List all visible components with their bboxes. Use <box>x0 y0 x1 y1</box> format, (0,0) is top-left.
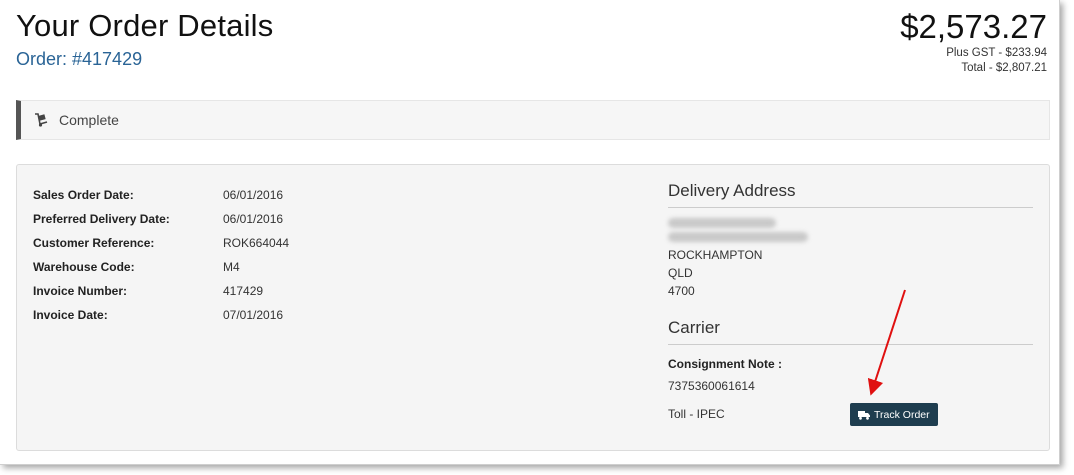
truck-icon <box>858 410 870 420</box>
consignment-note-label: Consignment Note : <box>668 357 782 371</box>
detail-value: ROK664044 <box>223 236 290 250</box>
redacted-address-line <box>668 232 808 242</box>
address-city: ROCKHAMPTON <box>668 248 763 262</box>
order-status-bar: Complete <box>16 100 1050 140</box>
detail-label: Customer Reference: <box>33 236 155 250</box>
carrier-name: Toll - IPEC <box>668 407 725 421</box>
detail-row-invoice-date: Invoice Date: 07/01/2016 <box>33 303 289 327</box>
detail-value: 07/01/2016 <box>223 308 284 322</box>
detail-row-warehouse-code: Warehouse Code: M4 <box>33 255 289 279</box>
address-postcode: 4700 <box>668 284 695 298</box>
carrier-heading: Carrier <box>668 318 1033 345</box>
consignment-number: 7375360061614 <box>668 379 755 393</box>
dolly-icon <box>33 112 49 128</box>
order-details-page: Your Order Details Order: #417429 $2,573… <box>0 0 1060 465</box>
detail-value: M4 <box>223 260 240 274</box>
order-info-panel: Sales Order Date: 06/01/2016 Preferred D… <box>16 164 1050 451</box>
price-summary: $2,573.27 Plus GST - $233.94 Total - $2,… <box>900 8 1047 76</box>
status-label: Complete <box>59 112 119 128</box>
address-state: QLD <box>668 266 693 280</box>
detail-row-invoice-number: Invoice Number: 417429 <box>33 279 289 303</box>
delivery-carrier-column: Delivery Address ROCKHAMPTON QLD 4700 Ca… <box>668 181 1033 427</box>
order-subtotal: $2,573.27 <box>900 8 1047 45</box>
detail-row-customer-reference: Customer Reference: ROK664044 <box>33 231 289 255</box>
detail-row-sales-order-date: Sales Order Date: 06/01/2016 <box>33 183 289 207</box>
detail-label: Invoice Number: <box>33 284 128 298</box>
order-total: Total - $2,807.21 <box>961 62 1047 74</box>
detail-value: 06/01/2016 <box>223 188 284 202</box>
track-order-button[interactable]: Track Order <box>850 403 938 426</box>
detail-value: 06/01/2016 <box>223 212 284 226</box>
page-title: Your Order Details <box>16 8 274 43</box>
detail-label: Invoice Date: <box>33 308 108 322</box>
detail-label: Sales Order Date: <box>33 188 134 202</box>
gst-amount: Plus GST - $233.94 <box>946 47 1047 59</box>
detail-value: 417429 <box>223 284 264 298</box>
track-order-label: Track Order <box>874 408 930 421</box>
detail-label: Warehouse Code: <box>33 260 135 274</box>
order-header: Your Order Details Order: #417429 $2,573… <box>16 8 1047 98</box>
redacted-address-line <box>668 218 776 228</box>
order-number-link[interactable]: Order: #417429 <box>16 49 142 70</box>
delivery-address-heading: Delivery Address <box>668 181 1033 208</box>
carrier-row: Toll - IPEC Track Order <box>668 403 1033 427</box>
delivery-address: ROCKHAMPTON QLD 4700 <box>668 218 1033 300</box>
detail-label: Preferred Delivery Date: <box>33 212 170 226</box>
detail-row-preferred-delivery-date: Preferred Delivery Date: 06/01/2016 <box>33 207 289 231</box>
order-details-list: Sales Order Date: 06/01/2016 Preferred D… <box>33 183 289 327</box>
